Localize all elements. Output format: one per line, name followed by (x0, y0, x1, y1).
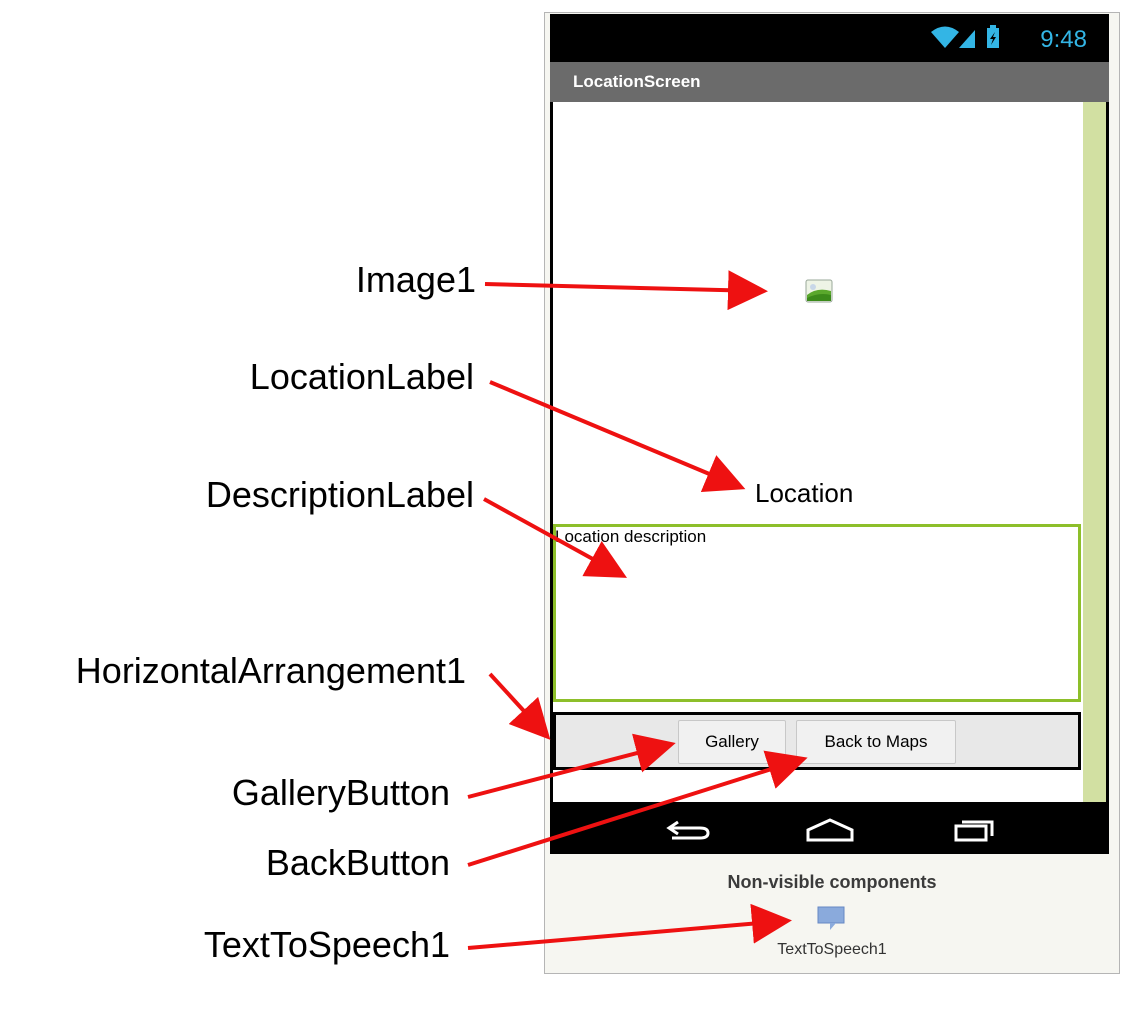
location-label: Location (755, 478, 854, 508)
screen-title-bar: LocationScreen (550, 62, 1109, 102)
annotation-gallery-button: GalleryButton (231, 772, 450, 813)
home-nav-icon[interactable] (806, 818, 854, 842)
signal-icon (959, 30, 975, 48)
recents-nav-icon[interactable] (954, 820, 994, 842)
text-to-speech-component[interactable]: TextToSpeech1 (544, 941, 1120, 959)
annotation-image1: Image1 (355, 259, 476, 300)
annotation-back-button: BackButton (265, 842, 450, 883)
annotation-description-label: DescriptionLabel (205, 474, 474, 515)
description-label-box (553, 524, 1081, 702)
back-nav-icon[interactable] (666, 820, 710, 840)
wifi-icon (931, 26, 959, 48)
status-icons (929, 24, 1015, 57)
annotation-text-to-speech: TextToSpeech1 (203, 924, 450, 965)
arrow-horizontal-arrangement (488, 672, 551, 740)
status-bar: 9:48 (550, 14, 1109, 62)
image-placeholder-icon[interactable] (805, 279, 833, 303)
non-visible-components-title: Non-visible components (727, 872, 937, 892)
screen-border (1106, 102, 1109, 802)
gallery-button[interactable]: Gallery (678, 720, 786, 764)
back-to-maps-button[interactable]: Back to Maps (796, 720, 956, 764)
description-label: Location description (555, 527, 707, 546)
battery-icon (987, 25, 999, 48)
status-time: 9:48 (1040, 26, 1087, 53)
speech-bubble-icon[interactable] (816, 905, 846, 931)
screen-title: LocationScreen (573, 72, 701, 91)
annotation-location-label: LocationLabel (249, 356, 474, 397)
annotation-horizontal-arrangement: HorizontalArrangement1 (75, 650, 466, 691)
nav-bar (550, 802, 1109, 854)
